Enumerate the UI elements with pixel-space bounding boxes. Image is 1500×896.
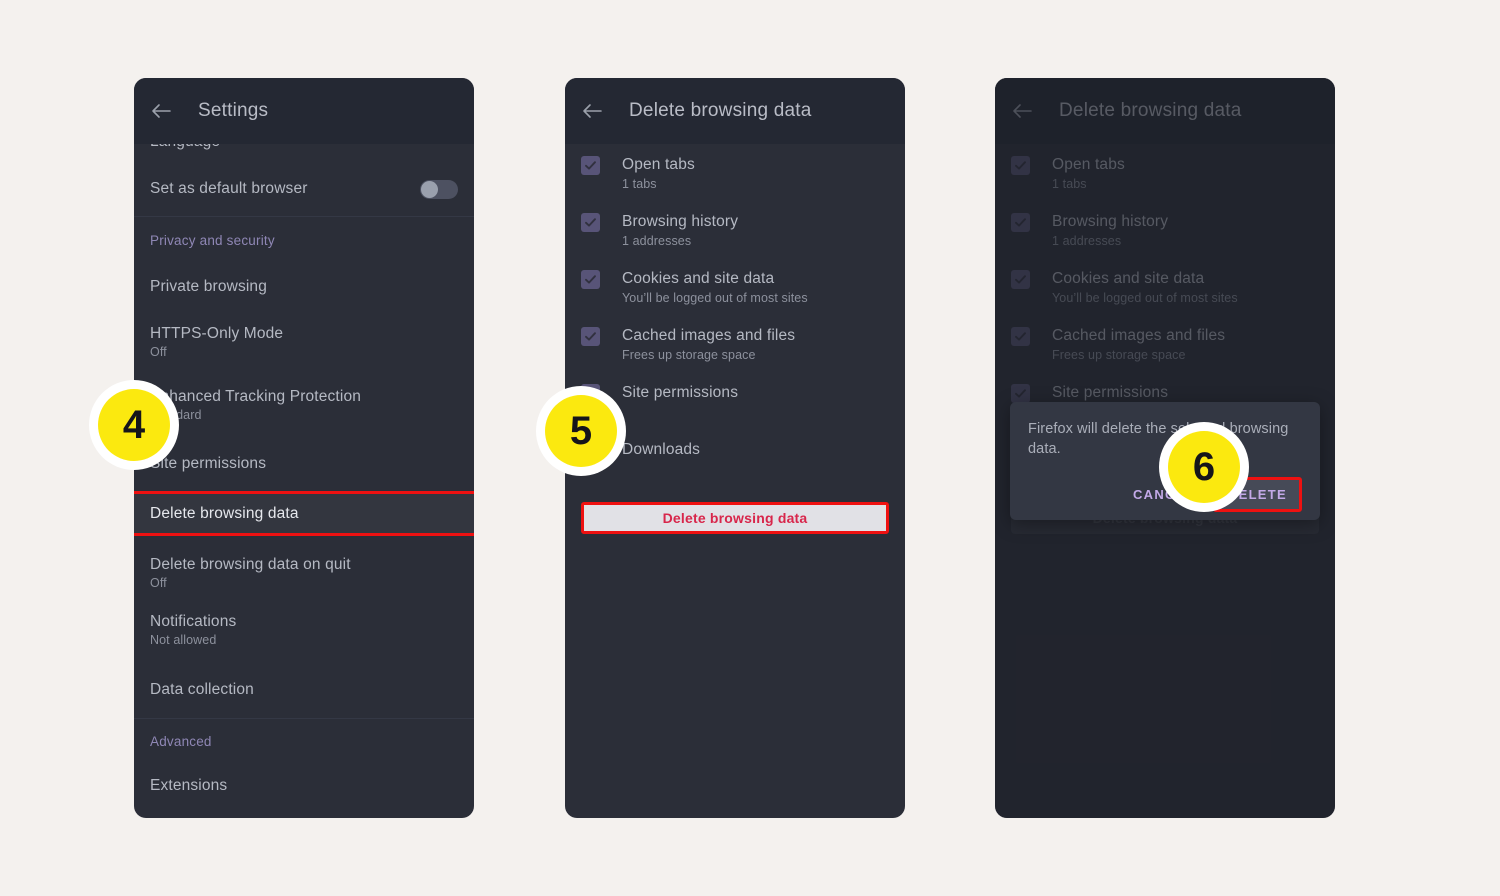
back-arrow-icon[interactable] (581, 100, 603, 122)
settings-item-label: Site permissions (150, 455, 267, 472)
delete-data-item-label: Cached images and files (622, 327, 796, 344)
delete-data-item-detail: Frees up storage space (622, 348, 756, 362)
settings-item-label: Set as default browser (150, 180, 308, 197)
delete-data-item-label: Site permissions (622, 384, 739, 401)
phone-screen-settings: Settings Language Set as default browser (134, 78, 474, 818)
delete-data-list: Open tabs 1 tabs Browsing history 1 addr… (565, 144, 905, 534)
checkbox-checked-icon[interactable] (1011, 270, 1030, 289)
step-badge-number: 5 (569, 409, 593, 453)
walkthrough-stage: Settings Language Set as default browser (0, 0, 1500, 896)
delete-data-appbar: Delete browsing data (995, 78, 1335, 144)
delete-browsing-data-button-label: Delete browsing data (662, 510, 808, 526)
default-browser-toggle[interactable] (420, 179, 458, 199)
step-badge-4: 4 (89, 380, 179, 470)
settings-item-value: Off (150, 345, 167, 359)
settings-item-private-browsing[interactable]: Private browsing (134, 263, 474, 311)
delete-data-item-detail: You’ll be logged out of most sites (622, 291, 808, 305)
settings-item-set-as-default-browser[interactable]: Set as default browser (134, 162, 474, 216)
checkbox-checked-icon[interactable] (1011, 213, 1030, 232)
settings-item-enhanced-tracking-protection[interactable]: Enhanced Tracking Protection Standard (134, 373, 474, 437)
delete-data-item-detail: Frees up storage space (1052, 348, 1186, 362)
page-title: Delete browsing data (629, 100, 812, 121)
delete-data-item-label: Site permissions (1052, 384, 1169, 401)
delete-data-item-label: Downloads (622, 441, 701, 458)
step-badge-fill: 5 (545, 395, 617, 467)
settings-list: Language Set as default browser Privacy … (134, 144, 474, 818)
checkbox-checked-icon[interactable] (581, 327, 600, 346)
delete-data-appbar: Delete browsing data (565, 78, 905, 144)
delete-data-item-detail: 1 tabs (622, 177, 657, 191)
checkbox-checked-icon[interactable] (1011, 327, 1030, 346)
checkbox-checked-icon[interactable] (1011, 384, 1030, 403)
step-badge-6: 6 (1159, 422, 1249, 512)
delete-data-item-open-tabs[interactable]: Open tabs 1 tabs (995, 156, 1335, 213)
step-badge-fill: 4 (98, 389, 170, 461)
delete-data-item-detail: 1 addresses (1052, 234, 1122, 248)
section-label: Privacy and security (150, 232, 275, 248)
settings-item-label: Language (150, 144, 220, 151)
step-badge-5: 5 (536, 386, 626, 476)
settings-item-delete-browsing-data[interactable]: Delete browsing data (134, 491, 474, 536)
page-title: Delete browsing data (1059, 100, 1242, 121)
delete-data-item-label: Cached images and files (1052, 327, 1226, 344)
back-arrow-icon[interactable] (1011, 100, 1033, 122)
checkbox-checked-icon[interactable] (581, 213, 600, 232)
section-label: Advanced (150, 733, 212, 749)
delete-browsing-data-button[interactable]: Delete browsing data (581, 502, 889, 534)
settings-item-label: Private browsing (150, 278, 267, 295)
settings-item-site-permissions[interactable]: Site permissions (134, 437, 474, 491)
settings-item-language[interactable]: Language (134, 144, 474, 162)
delete-data-item-detail: 1 addresses (622, 234, 692, 248)
delete-data-item-cached-images-and-files[interactable]: Cached images and files Frees up storage… (995, 327, 1335, 384)
toggle-knob (421, 180, 438, 198)
delete-browsing-data-button-container: Delete browsing data (565, 502, 905, 534)
settings-appbar: Settings (134, 78, 474, 144)
settings-item-label: Data collection (150, 681, 254, 698)
checkbox-checked-icon[interactable] (581, 270, 600, 289)
delete-data-item-label: Open tabs (622, 156, 695, 173)
checkbox-checked-icon[interactable] (1011, 156, 1030, 175)
back-arrow-icon[interactable] (150, 100, 172, 122)
settings-item-label: HTTPS-Only Mode (150, 325, 284, 342)
delete-data-item-cookies-and-site-data[interactable]: Cookies and site data You’ll be logged o… (995, 270, 1335, 327)
settings-item-label: Delete browsing data (150, 504, 299, 522)
delete-data-item-label: Cookies and site data (1052, 270, 1205, 287)
delete-data-item-label: Browsing history (1052, 213, 1169, 230)
delete-data-item-open-tabs[interactable]: Open tabs 1 tabs (565, 156, 905, 213)
settings-item-extensions[interactable]: Extensions (134, 763, 474, 809)
delete-data-item-browsing-history[interactable]: Browsing history 1 addresses (565, 213, 905, 270)
step-badge-fill: 6 (1168, 431, 1240, 503)
delete-data-item-detail: 1 tabs (1052, 177, 1087, 191)
settings-section-privacy-and-security: Privacy and security (134, 217, 474, 263)
delete-data-item-label: Browsing history (622, 213, 739, 230)
page-title: Settings (198, 100, 269, 121)
step-badge-number: 6 (1192, 445, 1216, 489)
settings-item-value: Off (150, 576, 167, 590)
step-badge-number: 4 (122, 403, 146, 447)
settings-item-https-only-mode[interactable]: HTTPS-Only Mode Off (134, 311, 474, 373)
delete-data-item-detail: You’ll be logged out of most sites (1052, 291, 1238, 305)
settings-item-data-collection[interactable]: Data collection (134, 662, 474, 718)
settings-item-label: Enhanced Tracking Protection (150, 388, 361, 405)
settings-item-value: Standard (150, 408, 361, 422)
settings-item-delete-browsing-data-on-quit[interactable]: Delete browsing data on quit Off (134, 536, 474, 598)
checkbox-checked-icon[interactable] (581, 156, 600, 175)
delete-data-item-browsing-history[interactable]: Browsing history 1 addresses (995, 213, 1335, 270)
settings-item-notifications[interactable]: Notifications Not allowed (134, 598, 474, 662)
delete-data-item-label: Open tabs (1052, 156, 1125, 173)
delete-data-item-cached-images-and-files[interactable]: Cached images and files Frees up storage… (565, 327, 905, 384)
settings-item-label: Delete browsing data on quit (150, 556, 351, 573)
settings-item-value: Not allowed (150, 633, 217, 647)
delete-data-item-label: Cookies and site data (622, 270, 775, 287)
settings-item-label: Extensions (150, 777, 228, 794)
delete-data-item-cookies-and-site-data[interactable]: Cookies and site data You’ll be logged o… (565, 270, 905, 327)
settings-item-label: Notifications (150, 613, 237, 630)
settings-section-advanced: Advanced (134, 719, 474, 763)
